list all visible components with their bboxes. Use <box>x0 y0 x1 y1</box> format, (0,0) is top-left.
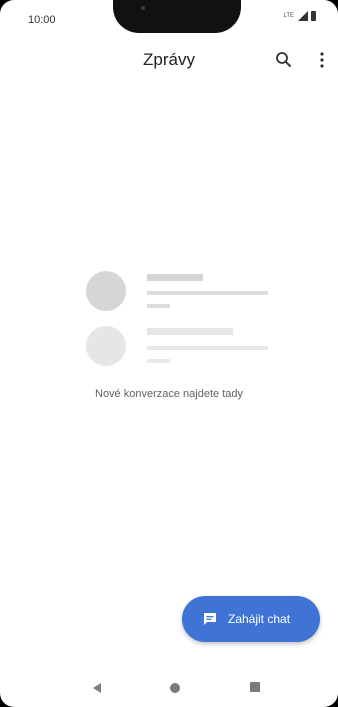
placeholder-avatar <box>86 271 126 311</box>
screen-corner <box>310 0 338 28</box>
more-vert-icon <box>320 52 324 68</box>
start-chat-button[interactable]: Zahájit chat <box>182 596 320 642</box>
status-time: 10:00 <box>28 14 56 26</box>
placeholder-line <box>147 359 170 363</box>
nav-recents-button[interactable] <box>250 682 260 692</box>
back-icon <box>93 683 101 693</box>
start-chat-label: Zahájit chat <box>228 612 291 626</box>
nav-home-button[interactable] <box>170 683 180 693</box>
screen-corner <box>0 679 28 707</box>
more-options-button[interactable] <box>313 50 331 70</box>
network-label: LTE <box>283 13 294 19</box>
search-button[interactable] <box>274 50 294 70</box>
placeholder-avatar <box>86 326 126 366</box>
empty-state-message: Nové konverzace najdete tady <box>95 388 243 400</box>
camera-dot <box>141 6 145 10</box>
placeholder-line <box>147 346 268 350</box>
signal-icon <box>298 11 308 21</box>
placeholder-line <box>147 274 203 281</box>
screen-corner <box>0 0 28 28</box>
screen-corner <box>310 679 338 707</box>
placeholder-line <box>147 291 268 295</box>
chat-icon <box>204 613 216 625</box>
nav-back-button[interactable] <box>91 681 103 693</box>
display-notch <box>113 0 241 33</box>
placeholder-line <box>147 328 233 335</box>
status-icons: LTE <box>283 11 316 21</box>
placeholder-line <box>147 304 170 308</box>
battery-icon <box>311 11 316 21</box>
search-icon <box>276 52 291 67</box>
screen: 10:00 LTE Zprávy Nové konverzace najdete… <box>0 0 338 707</box>
